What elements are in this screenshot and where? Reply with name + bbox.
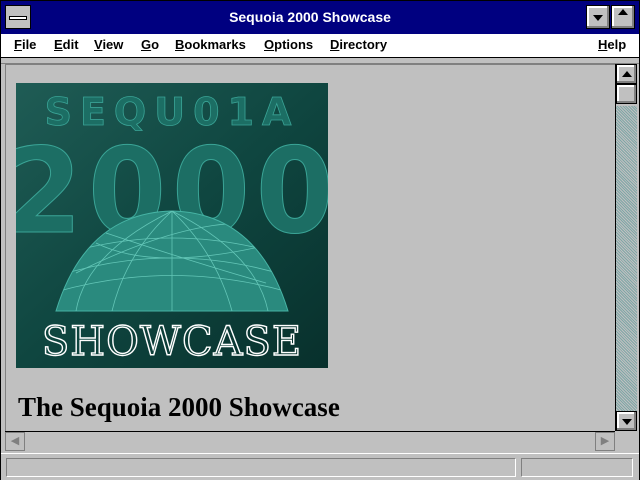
maximize-icon (618, 9, 628, 15)
menu-edit[interactable]: Edit (54, 37, 79, 52)
scroll-left-button[interactable]: ◀ (5, 432, 25, 451)
arrow-down-icon (622, 419, 632, 425)
title-bar[interactable]: Sequoia 2000 Showcase (1, 1, 639, 34)
window-title: Sequoia 2000 Showcase (229, 9, 391, 25)
scroll-down-button[interactable] (616, 411, 637, 431)
menu-directory[interactable]: Directory (330, 37, 387, 52)
arrow-up-icon (622, 71, 632, 77)
scroll-thumb[interactable] (616, 84, 637, 104)
scroll-track[interactable] (616, 106, 637, 411)
arrow-left-icon: ◀ (10, 435, 20, 447)
page-heading: The Sequoia 2000 Showcase (18, 392, 340, 422)
status-bar (1, 453, 639, 480)
vertical-scrollbar[interactable] (615, 64, 637, 431)
menu-view[interactable]: View (94, 37, 123, 52)
minimize-icon (593, 15, 603, 21)
progress-indicator (521, 458, 633, 477)
sequoia-showcase-logo: SEQU01A 2000 SHOWCASE (16, 83, 328, 368)
document-view: SEQU01A 2000 SHOWCASE The Sequoia 2000 S… (5, 64, 616, 432)
system-menu-icon[interactable] (5, 5, 31, 29)
browser-window: Sequoia 2000 Showcase File Edit View Go … (0, 0, 640, 480)
logo-text-showcase: SHOWCASE (42, 319, 302, 365)
menu-help[interactable]: Help (598, 37, 626, 52)
menu-go[interactable]: Go (141, 37, 159, 52)
horizontal-scroll-track[interactable] (25, 432, 595, 451)
scroll-right-button[interactable]: ▶ (595, 432, 615, 451)
menu-file[interactable]: File (14, 37, 36, 52)
minimize-button[interactable] (586, 5, 610, 29)
horizontal-scrollbar[interactable]: ◀ ▶ (5, 431, 615, 451)
arrow-right-icon: ▶ (600, 435, 610, 447)
status-message (6, 458, 516, 477)
menu-options[interactable]: Options (264, 37, 313, 52)
scroll-up-button[interactable] (616, 64, 637, 84)
maximize-button[interactable] (611, 5, 635, 29)
menu-bookmarks[interactable]: Bookmarks (175, 37, 246, 52)
scrollbar-corner (615, 431, 637, 451)
menu-bar: File Edit View Go Bookmarks Options Dire… (1, 34, 639, 58)
